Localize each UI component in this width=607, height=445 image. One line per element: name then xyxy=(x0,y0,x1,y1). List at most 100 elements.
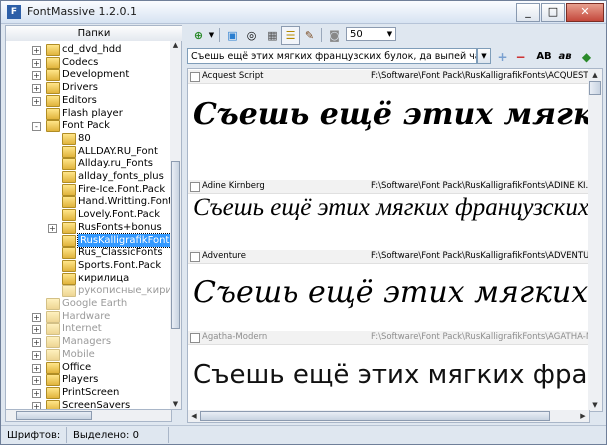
font-entry-header[interactable]: Adine Kirnberg F:\Software\Font Pack\RusK… xyxy=(188,180,589,194)
folder-icon xyxy=(46,69,60,82)
list-view-icon[interactable]: ☰ xyxy=(281,26,300,45)
folder-icon xyxy=(62,285,76,298)
expand-icon[interactable]: + xyxy=(32,312,41,322)
tree-item-label: Hand.Writting.Font.P xyxy=(78,196,172,208)
tree-item-label: Internet xyxy=(62,323,102,335)
folder-icon xyxy=(46,56,60,69)
tree-horizontal-scrollbar[interactable] xyxy=(5,410,172,422)
paint-brush-icon[interactable]: ✎ xyxy=(300,26,319,45)
dropdown-arrow-icon[interactable]: ▼ xyxy=(206,26,217,45)
folder-icon xyxy=(62,183,76,196)
grid-view-icon[interactable]: ▦ xyxy=(263,26,282,45)
font-sample-text: Съешь ещё этих мягких французских булок xyxy=(193,194,589,221)
folder-icon xyxy=(46,82,60,95)
scroll-thumb[interactable] xyxy=(171,161,180,329)
tree-item-label: Google Earth xyxy=(62,298,128,309)
scroll-down-icon[interactable]: ▼ xyxy=(171,400,180,409)
tree-item-label: ALLDAY.RU_Font xyxy=(78,145,158,157)
expand-icon[interactable]: + xyxy=(48,223,57,233)
sample-text-input[interactable]: Съешь ещё этих мягких французских булок,… xyxy=(187,48,477,64)
tree-header: Папки xyxy=(5,25,183,42)
toolbar: ⊕ ▼ ▣ ◎ ▦ ☰ ✎ ◙ 50 ▼ xyxy=(187,25,602,45)
panel-splitter[interactable] xyxy=(182,25,186,423)
chevron-down-icon: ▼ xyxy=(386,30,393,38)
folder-tree[interactable]: + cd_dvd_hdd + Codecs + Development + Drivers + E… xyxy=(5,41,172,410)
tree-item-label: Flash player xyxy=(62,107,123,119)
expand-icon[interactable]: + xyxy=(32,363,41,373)
expand-icon[interactable]: + xyxy=(32,338,41,348)
expand-icon[interactable]: + xyxy=(32,388,41,398)
folder-icon xyxy=(62,234,76,247)
folder-icon xyxy=(46,120,60,133)
camera-icon[interactable]: ◙ xyxy=(325,26,344,45)
tree-item-label: Players xyxy=(62,374,99,386)
font-select-checkbox[interactable] xyxy=(190,252,200,262)
toolbar-separator xyxy=(321,28,322,42)
folder-icon xyxy=(62,158,76,171)
folder-icon xyxy=(62,209,76,222)
expand-icon[interactable]: + xyxy=(32,96,41,106)
increase-size-button[interactable]: + xyxy=(494,49,511,65)
font-entry-header[interactable]: Acquest Script F:\Software\Font Pack\RusK… xyxy=(188,70,589,84)
scroll-up-icon[interactable]: ▲ xyxy=(589,70,601,80)
expand-icon[interactable]: + xyxy=(32,376,41,386)
font-select-checkbox[interactable] xyxy=(190,333,200,343)
collapse-icon[interactable]: - xyxy=(32,122,41,132)
tree-item-label: RusKalligrafikFonts xyxy=(77,232,171,248)
tree-item-label: ScreenSavers xyxy=(62,399,131,410)
font-path: F:\Software\Font Pack\RusKalligrafikFont… xyxy=(371,332,590,342)
maximize-button[interactable]: □ xyxy=(541,3,565,22)
scroll-up-icon[interactable]: ▲ xyxy=(171,41,180,50)
close-button[interactable]: ✕ xyxy=(566,3,604,22)
expand-icon[interactable]: + xyxy=(32,84,41,94)
folder-icon xyxy=(46,348,60,361)
scroll-down-icon[interactable]: ▼ xyxy=(589,400,601,410)
toolbar-separator xyxy=(219,28,220,42)
font-sample-text: Съешь ещё этих мягких xyxy=(193,275,589,310)
app-icon: F xyxy=(7,5,21,19)
preview-vertical-scrollbar[interactable]: ▲ ▼ xyxy=(588,68,603,412)
tree-item-label: кирилица xyxy=(78,272,130,284)
decrease-size-button[interactable]: − xyxy=(512,49,529,65)
expand-icon[interactable]: + xyxy=(32,46,41,55)
folder-icon xyxy=(46,399,60,409)
font-select-checkbox[interactable] xyxy=(190,182,200,192)
sample-text-bar: Съешь ещё этих мягких французских булок,… xyxy=(187,47,602,67)
tree-item-label: Hardware xyxy=(62,310,111,322)
tree-item-label: Codecs xyxy=(62,56,99,68)
sample-text-dropdown[interactable]: ▼ xyxy=(477,48,491,64)
tree-item-label: Development xyxy=(62,69,130,81)
image-icon[interactable]: ▣ xyxy=(223,26,242,45)
font-select-checkbox[interactable] xyxy=(190,72,200,82)
expand-icon[interactable]: + xyxy=(32,401,41,409)
tree-vertical-scrollbar[interactable]: ▲ ▼ xyxy=(170,41,182,410)
scroll-thumb[interactable] xyxy=(200,411,550,421)
expand-icon[interactable]: + xyxy=(32,71,41,81)
font-entry-header[interactable]: Agatha-Modern F:\Software\Font Pack\RusKa… xyxy=(188,331,589,345)
folder-icon xyxy=(62,247,76,260)
minimize-button[interactable]: _ xyxy=(516,3,540,22)
title-bar[interactable]: F FontMassive 1.2.0.1 _ □ ✕ xyxy=(1,1,606,24)
scroll-thumb[interactable] xyxy=(589,81,601,95)
font-preview-list[interactable]: Acquest Script F:\Software\Font Pack\RusK… xyxy=(187,68,590,412)
font-entry-header[interactable]: Adventure F:\Software\Font Pack\RusKallig… xyxy=(188,250,589,264)
font-size-select[interactable]: 50 ▼ xyxy=(346,27,396,41)
expand-icon[interactable]: + xyxy=(32,350,41,360)
scroll-thumb[interactable] xyxy=(16,411,92,420)
tree-item-label: Managers xyxy=(62,336,112,348)
scroll-left-icon[interactable]: ◀ xyxy=(189,411,199,421)
folder-icon xyxy=(46,336,60,349)
uppercase-button[interactable]: AB xyxy=(534,49,554,65)
folder-icon xyxy=(46,94,60,107)
scroll-right-icon[interactable]: ▶ xyxy=(578,411,588,421)
expand-icon[interactable]: + xyxy=(32,58,41,68)
lowercase-button[interactable]: aв xyxy=(555,49,575,65)
install-font-icon[interactable]: ◆ xyxy=(578,49,595,65)
tree-item-label: Allday.ru_Fonts xyxy=(78,158,153,170)
expand-icon[interactable]: + xyxy=(32,325,41,335)
binoculars-icon[interactable]: ◎ xyxy=(242,26,261,45)
folder-icon xyxy=(46,374,60,387)
folder-icon xyxy=(62,272,76,285)
font-size-value: 50 xyxy=(350,29,363,40)
preview-horizontal-scrollbar[interactable]: ◀ ▶ xyxy=(187,410,590,423)
